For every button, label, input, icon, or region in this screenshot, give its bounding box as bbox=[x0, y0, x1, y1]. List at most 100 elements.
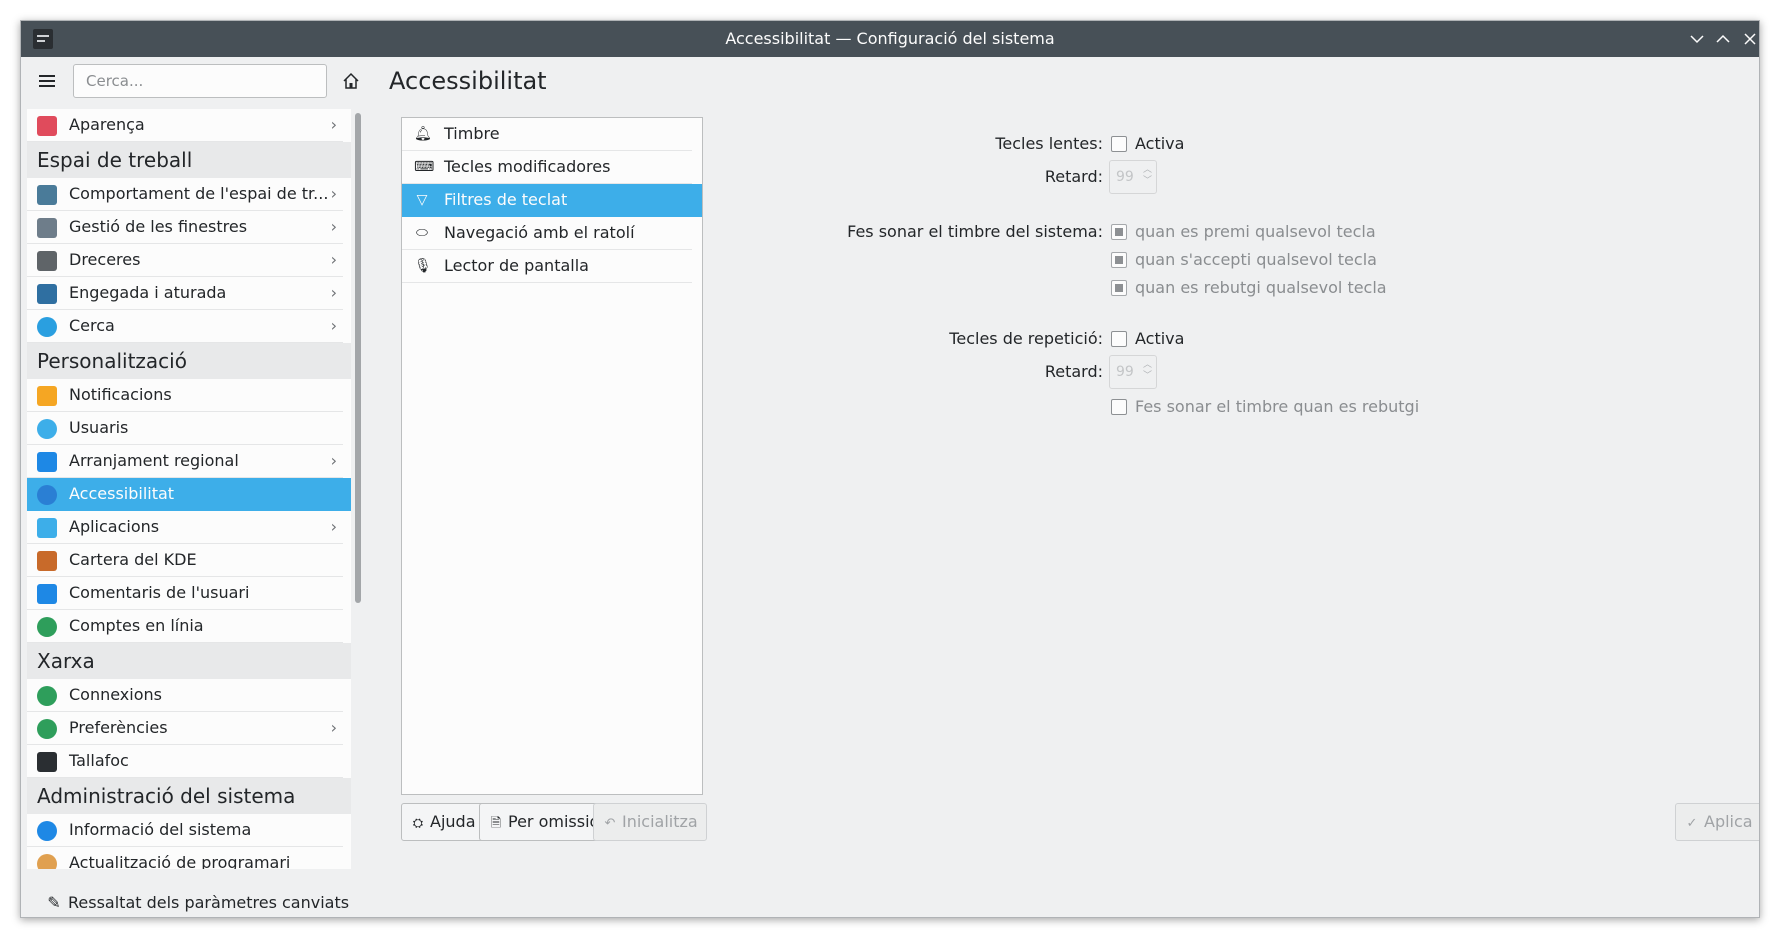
maximize-button[interactable] bbox=[1711, 27, 1735, 51]
help-button[interactable]: ⛭ Ajuda bbox=[401, 803, 485, 841]
accessibility-icon bbox=[37, 485, 57, 505]
bounce-keys-checkbox[interactable] bbox=[1111, 331, 1127, 347]
sidebar-item-label: Usuaris bbox=[69, 418, 129, 437]
bell-outline-icon: 🔔︎ bbox=[414, 126, 432, 142]
mouse-icon: ⬭ bbox=[416, 225, 428, 241]
slow-keys-delay-spinbox[interactable]: 99 ︿ ﹀ bbox=[1109, 160, 1157, 194]
slow-keys-checkbox[interactable] bbox=[1111, 136, 1127, 152]
sidebar-item-label: Arranjament regional bbox=[69, 451, 239, 470]
sidebar-item[interactable]: Arranjament regional › bbox=[27, 445, 343, 478]
chevron-right-icon: › bbox=[330, 517, 337, 536]
pencil-icon: ✎ bbox=[47, 893, 61, 912]
sidebar-item[interactable]: Aparença › bbox=[27, 109, 343, 142]
sidebar-item[interactable]: Dreceres › bbox=[27, 244, 343, 277]
chevron-down-icon bbox=[1690, 35, 1704, 44]
sidebar-item[interactable]: Gestió de les finestres › bbox=[27, 211, 343, 244]
spin-arrows-icon[interactable]: ︿ ﹀ bbox=[1143, 165, 1152, 187]
defaults-button[interactable]: 🗎 Per omissió bbox=[479, 803, 609, 841]
sidebar-item[interactable]: Engegada i aturada › bbox=[27, 277, 343, 310]
category-item[interactable]: ⌨ Tecles modificadores bbox=[402, 151, 692, 184]
sidebar-item[interactable]: Comentaris de l'usuari bbox=[27, 577, 343, 610]
sidebar-item[interactable]: Informació del sistema bbox=[27, 814, 343, 847]
sidebar-item-label: Cerca bbox=[69, 316, 115, 335]
slow-keys-delay-label: Retard: bbox=[1044, 167, 1103, 186]
sidebar-item-label: Accessibilitat bbox=[69, 484, 175, 503]
bounce-reject-bell-checkbox[interactable] bbox=[1111, 399, 1127, 415]
bell-any-key-pressed-checkbox[interactable] bbox=[1111, 224, 1127, 240]
sidebar-scrollbar[interactable] bbox=[355, 113, 361, 865]
chevron-right-icon: › bbox=[330, 718, 337, 737]
spin-arrows-icon[interactable]: ︿ ﹀ bbox=[1143, 360, 1152, 382]
sidebar-item-label: Aplicacions bbox=[69, 517, 160, 536]
sidebar-item-label: Informació del sistema bbox=[69, 820, 252, 839]
bounce-keys-enable-label[interactable]: Activa bbox=[1135, 328, 1184, 350]
chevron-up-icon bbox=[1716, 34, 1730, 43]
chevron-right-icon: › bbox=[330, 316, 337, 335]
category-item[interactable]: 🔔︎ Timbre bbox=[402, 118, 692, 151]
network-preferences-icon bbox=[37, 719, 57, 739]
sidebar-item[interactable]: Aplicacions › bbox=[27, 511, 343, 544]
sidebar-section-header: Administració del sistema bbox=[27, 778, 351, 814]
sidebar-item[interactable]: Tallafoc bbox=[27, 745, 343, 778]
bell-any-key-accepted-checkbox[interactable] bbox=[1111, 252, 1127, 268]
scrollbar-thumb[interactable] bbox=[355, 113, 361, 603]
bounce-keys-delay-spinbox[interactable]: 99 ︿ ﹀ bbox=[1109, 355, 1157, 389]
minimize-button[interactable] bbox=[1685, 27, 1709, 51]
system-bell-label: Fes sonar el timbre del sistema: bbox=[847, 222, 1103, 241]
highlight-changed-button[interactable]: ✎ Ressaltat dels paràmetres canviats bbox=[35, 887, 359, 917]
slow-keys-delay-value: 99 bbox=[1116, 169, 1134, 185]
document-icon: 🗎 bbox=[490, 816, 502, 831]
chevron-right-icon: › bbox=[330, 184, 337, 203]
bell-any-key-rejected-label[interactable]: quan es rebutgi qualsevol tecla bbox=[1135, 277, 1387, 299]
bell-any-key-accepted-label[interactable]: quan s'accepti qualsevol tecla bbox=[1135, 249, 1377, 271]
bell-any-key-rejected-checkbox[interactable] bbox=[1111, 280, 1127, 296]
chevron-right-icon: › bbox=[330, 115, 337, 134]
sidebar-list: Aparença › Espai de treball Comportament de… bbox=[27, 109, 351, 869]
hamburger-menu-icon[interactable] bbox=[35, 69, 59, 93]
category-item[interactable]: 🎙︎ Lector de pantalla bbox=[402, 250, 692, 283]
category-label: Navegació amb el ratolí bbox=[444, 223, 635, 242]
appearance-icon bbox=[37, 116, 57, 136]
sidebar-section-header: Xarxa bbox=[27, 643, 351, 679]
bounce-reject-bell-label[interactable]: Fes sonar el timbre quan es rebutgi bbox=[1135, 396, 1419, 418]
apply-button[interactable]: ✓ Aplica bbox=[1675, 803, 1759, 841]
sidebar-item-label: Tallafoc bbox=[69, 751, 129, 770]
category-item[interactable]: ▽ Filtres de teclat bbox=[402, 184, 702, 217]
bounce-keys-delay-label: Retard: bbox=[1044, 362, 1103, 381]
bell-any-key-pressed-label[interactable]: quan es premi qualsevol tecla bbox=[1135, 221, 1376, 243]
firewall-icon bbox=[37, 752, 57, 772]
sidebar-item-label: Gestió de les finestres bbox=[69, 217, 248, 236]
settings-window: Accessibilitat — Configuració del sistem… bbox=[20, 20, 1760, 918]
sidebar-item[interactable]: Connexions bbox=[27, 679, 343, 712]
bounce-keys-delay-value: 99 bbox=[1116, 364, 1134, 380]
search-input[interactable] bbox=[73, 64, 327, 98]
sidebar-item-label: Preferències bbox=[69, 718, 168, 737]
sidebar-item[interactable]: Comportament de l'espai de tr... › bbox=[27, 178, 343, 211]
sidebar-item-label: Dreceres bbox=[69, 250, 141, 269]
search-icon bbox=[37, 317, 57, 337]
slow-keys-enable-label[interactable]: Activa bbox=[1135, 133, 1184, 155]
chevron-right-icon: › bbox=[330, 250, 337, 269]
sidebar-item[interactable]: Usuaris bbox=[27, 412, 343, 445]
slow-keys-label: Tecles lentes: bbox=[995, 134, 1103, 153]
sidebar-item[interactable]: Actualització de programari bbox=[27, 847, 343, 869]
sidebar-item[interactable]: Notificacions bbox=[27, 379, 343, 412]
window-title: Accessibilitat — Configuració del sistem… bbox=[725, 29, 1055, 48]
online-accounts-icon bbox=[37, 617, 57, 637]
sidebar-item[interactable]: Comptes en línia bbox=[27, 610, 343, 643]
sidebar-item[interactable]: Accessibilitat bbox=[27, 478, 351, 511]
reset-button[interactable]: ↶ Inicialitza bbox=[593, 803, 707, 841]
microphone-icon: 🎙︎ bbox=[414, 258, 432, 274]
sidebar-item[interactable]: Cartera del KDE bbox=[27, 544, 343, 577]
highlight-changed-label: Ressaltat dels paràmetres canviats bbox=[68, 893, 350, 912]
page-title: Accessibilitat bbox=[389, 67, 547, 95]
category-item[interactable]: ⬭ Navegació amb el ratolí bbox=[402, 217, 692, 250]
sidebar-item[interactable]: Preferències › bbox=[27, 712, 343, 745]
sidebar-item[interactable]: Cerca › bbox=[27, 310, 343, 343]
main-panel: Accessibilitat 🔔︎ Timbre ⌨ Tecles modificad… bbox=[375, 57, 1759, 917]
sidebar-item-label: Notificacions bbox=[69, 385, 172, 404]
home-icon[interactable] bbox=[339, 69, 363, 93]
close-button[interactable] bbox=[1738, 27, 1759, 51]
category-label: Filtres de teclat bbox=[444, 190, 568, 209]
info-icon bbox=[37, 821, 57, 841]
